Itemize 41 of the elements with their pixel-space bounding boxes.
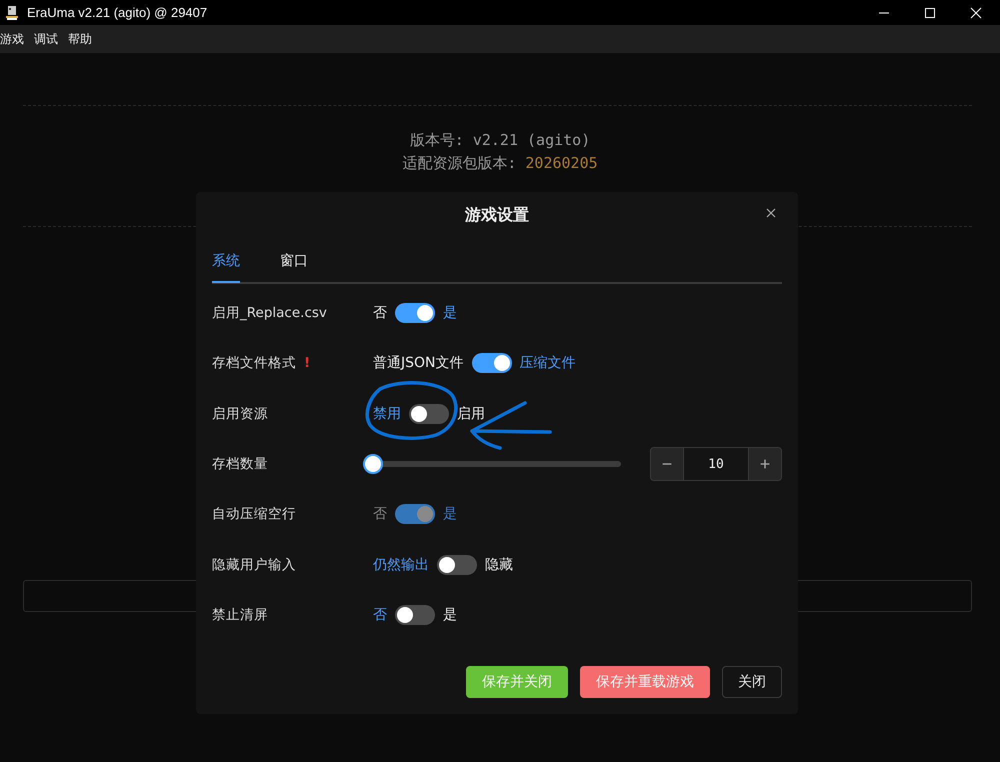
setting-label: 启用_Replace.csv bbox=[212, 304, 328, 322]
slider-thumb[interactable] bbox=[363, 454, 383, 474]
setting-label: 存档文件格式 ! bbox=[212, 354, 312, 372]
toggle-switch[interactable] bbox=[437, 554, 477, 575]
dialog-title: 游戏设置 bbox=[465, 204, 529, 226]
tab[interactable]: 窗口 bbox=[280, 239, 308, 283]
maximize-icon[interactable] bbox=[924, 6, 936, 18]
option-label: 压缩文件 bbox=[520, 354, 576, 372]
setting-label: 存档数量 bbox=[212, 455, 269, 474]
option-label: 是 bbox=[443, 505, 457, 524]
menu-item[interactable]: 帮助 bbox=[68, 30, 92, 48]
setting-label: 禁止清屏 bbox=[212, 606, 269, 624]
option-label: 否 bbox=[373, 505, 387, 524]
option-label: 仍然输出 bbox=[373, 556, 429, 574]
option-label: 隐藏 bbox=[485, 556, 513, 574]
resource-version-text: 适配资源包版本: 20260205 bbox=[402, 154, 598, 173]
tab[interactable]: 系统 bbox=[212, 239, 240, 283]
menu-item[interactable]: 调试 bbox=[34, 30, 58, 48]
option-label: 否 bbox=[373, 304, 387, 322]
toggle-switch[interactable] bbox=[409, 404, 449, 424]
option-label: 禁用 bbox=[373, 404, 401, 423]
close-icon[interactable] bbox=[766, 208, 776, 218]
toggle-switch[interactable] bbox=[395, 303, 435, 324]
setting-label: 启用资源 bbox=[212, 404, 269, 423]
menu-item[interactable]: 游戏 bbox=[0, 30, 24, 48]
increment-button[interactable]: + bbox=[749, 448, 781, 480]
setting-label: 自动压缩空行 bbox=[212, 505, 297, 524]
setting-label: 隐藏用户输入 bbox=[212, 556, 297, 574]
version-text: 版本号: v2.21 (agito) bbox=[410, 131, 590, 150]
option-label: 普通JSON文件 bbox=[373, 354, 464, 372]
decrement-button[interactable]: − bbox=[651, 448, 683, 480]
option-label: 是 bbox=[443, 606, 457, 624]
option-label: 是 bbox=[443, 304, 457, 322]
window-title: EraUma v2.21 (agito) @ 29407 bbox=[27, 5, 208, 20]
option-label: 启用 bbox=[457, 404, 485, 423]
app-icon bbox=[5, 4, 19, 20]
dialog-button[interactable]: 关闭 bbox=[722, 666, 782, 698]
number-field[interactable]: 10 bbox=[683, 448, 749, 480]
option-label: 否 bbox=[373, 606, 387, 624]
toggle-switch[interactable] bbox=[395, 604, 435, 625]
toggle-switch[interactable] bbox=[472, 353, 512, 374]
